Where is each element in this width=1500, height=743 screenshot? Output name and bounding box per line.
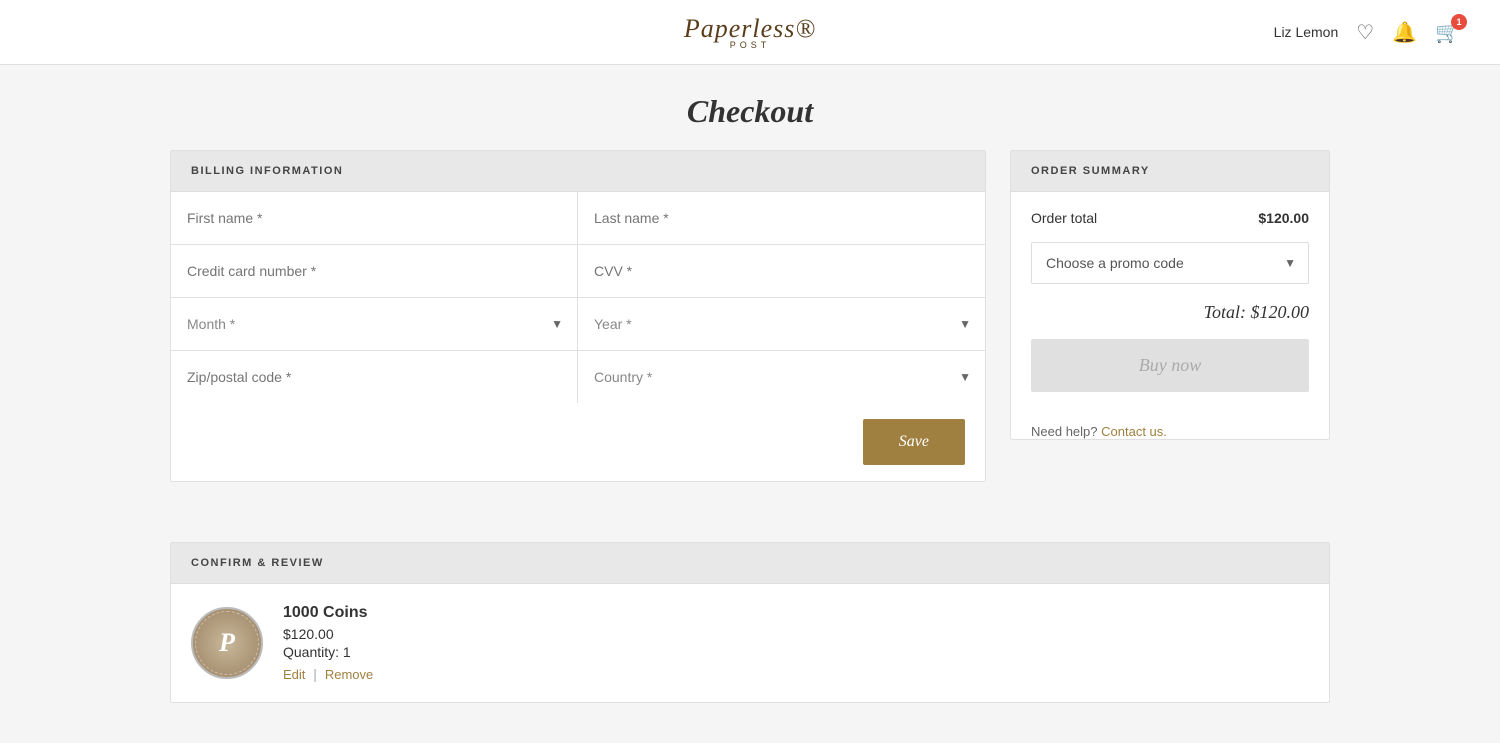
month-select[interactable]: Month * 01 - January 02 - February 03 - … bbox=[171, 298, 577, 350]
contact-us-link[interactable]: Contact us. bbox=[1101, 424, 1167, 439]
buy-now-button[interactable]: Buy now bbox=[1031, 339, 1309, 392]
first-name-cell bbox=[171, 192, 578, 245]
logo: Paperless® POST bbox=[684, 14, 816, 50]
product-circle-border bbox=[195, 611, 259, 675]
zip-input[interactable] bbox=[171, 351, 577, 403]
notification-icon[interactable]: 🔔 bbox=[1392, 20, 1417, 45]
promo-select[interactable]: Choose a promo code PROMO10 SAVE20 bbox=[1032, 243, 1308, 283]
header: Paperless® POST Liz Lemon ♡ 🔔 🛒 1 bbox=[0, 0, 1500, 65]
need-help-text: Need help? bbox=[1031, 424, 1098, 439]
remove-link[interactable]: Remove bbox=[325, 667, 373, 682]
billing-form: Month * 01 - January 02 - February 03 - … bbox=[171, 192, 985, 403]
edit-link[interactable]: Edit bbox=[283, 667, 305, 682]
promo-select-wrap: Choose a promo code PROMO10 SAVE20 ▼ bbox=[1031, 242, 1309, 284]
cvv-cell bbox=[578, 245, 985, 298]
save-button[interactable]: Save bbox=[863, 419, 965, 465]
need-help: Need help? Contact us. bbox=[1011, 410, 1329, 439]
page-title: Checkout bbox=[0, 65, 1500, 150]
order-body: Order total $120.00 Choose a promo code … bbox=[1011, 192, 1329, 410]
bottom-content: CONFIRM & REVIEW P 1000 Coins $120.00 Qu… bbox=[130, 542, 1370, 743]
cvv-input[interactable] bbox=[578, 245, 985, 297]
username: Liz Lemon bbox=[1274, 24, 1339, 40]
heart-icon[interactable]: ♡ bbox=[1356, 20, 1374, 45]
confirm-header: CONFIRM & REVIEW bbox=[171, 543, 1329, 584]
country-select[interactable]: Country * United States Canada United Ki… bbox=[578, 351, 985, 403]
cart-icon[interactable]: 🛒 1 bbox=[1435, 20, 1460, 45]
product-actions: Edit | Remove bbox=[283, 666, 373, 682]
credit-card-input[interactable] bbox=[171, 245, 577, 297]
product-info: 1000 Coins $120.00 Quantity: 1 Edit | Re… bbox=[283, 604, 373, 682]
product-quantity: Quantity: 1 bbox=[283, 644, 373, 660]
billing-header: BILLING INFORMATION bbox=[171, 151, 985, 192]
product-price: $120.00 bbox=[283, 626, 373, 642]
order-summary-section: ORDER SUMMARY Order total $120.00 Choose… bbox=[1010, 150, 1330, 440]
product-logo: P bbox=[191, 607, 263, 679]
order-total-row: Order total $120.00 bbox=[1031, 210, 1309, 226]
cart-badge: 1 bbox=[1451, 14, 1467, 30]
zip-cell bbox=[171, 351, 578, 403]
confirm-section: CONFIRM & REVIEW P 1000 Coins $120.00 Qu… bbox=[170, 542, 1330, 703]
month-cell: Month * 01 - January 02 - February 03 - … bbox=[171, 298, 578, 351]
year-select[interactable]: Year * 2024 2025 2026 2027 2028 2029 203… bbox=[578, 298, 985, 350]
divider: | bbox=[313, 666, 321, 682]
first-name-input[interactable] bbox=[171, 192, 577, 244]
header-right: Liz Lemon ♡ 🔔 🛒 1 bbox=[750, 20, 1460, 45]
country-cell: Country * United States Canada United Ki… bbox=[578, 351, 985, 403]
confirm-body: P 1000 Coins $120.00 Quantity: 1 Edit | … bbox=[171, 584, 1329, 702]
last-name-input[interactable] bbox=[578, 192, 985, 244]
credit-card-cell bbox=[171, 245, 578, 298]
order-total-label: Order total bbox=[1031, 210, 1097, 226]
product-name: 1000 Coins bbox=[283, 604, 373, 622]
billing-section: BILLING INFORMATION Month * 01 - January… bbox=[170, 150, 986, 482]
year-cell: Year * 2024 2025 2026 2027 2028 2029 203… bbox=[578, 298, 985, 351]
total-line: Total: $120.00 bbox=[1031, 302, 1309, 323]
main-content: BILLING INFORMATION Month * 01 - January… bbox=[130, 150, 1370, 522]
form-actions: Save bbox=[171, 403, 985, 481]
last-name-cell bbox=[578, 192, 985, 245]
order-summary-header: ORDER SUMMARY bbox=[1011, 151, 1329, 192]
order-total-amount: $120.00 bbox=[1258, 210, 1309, 226]
